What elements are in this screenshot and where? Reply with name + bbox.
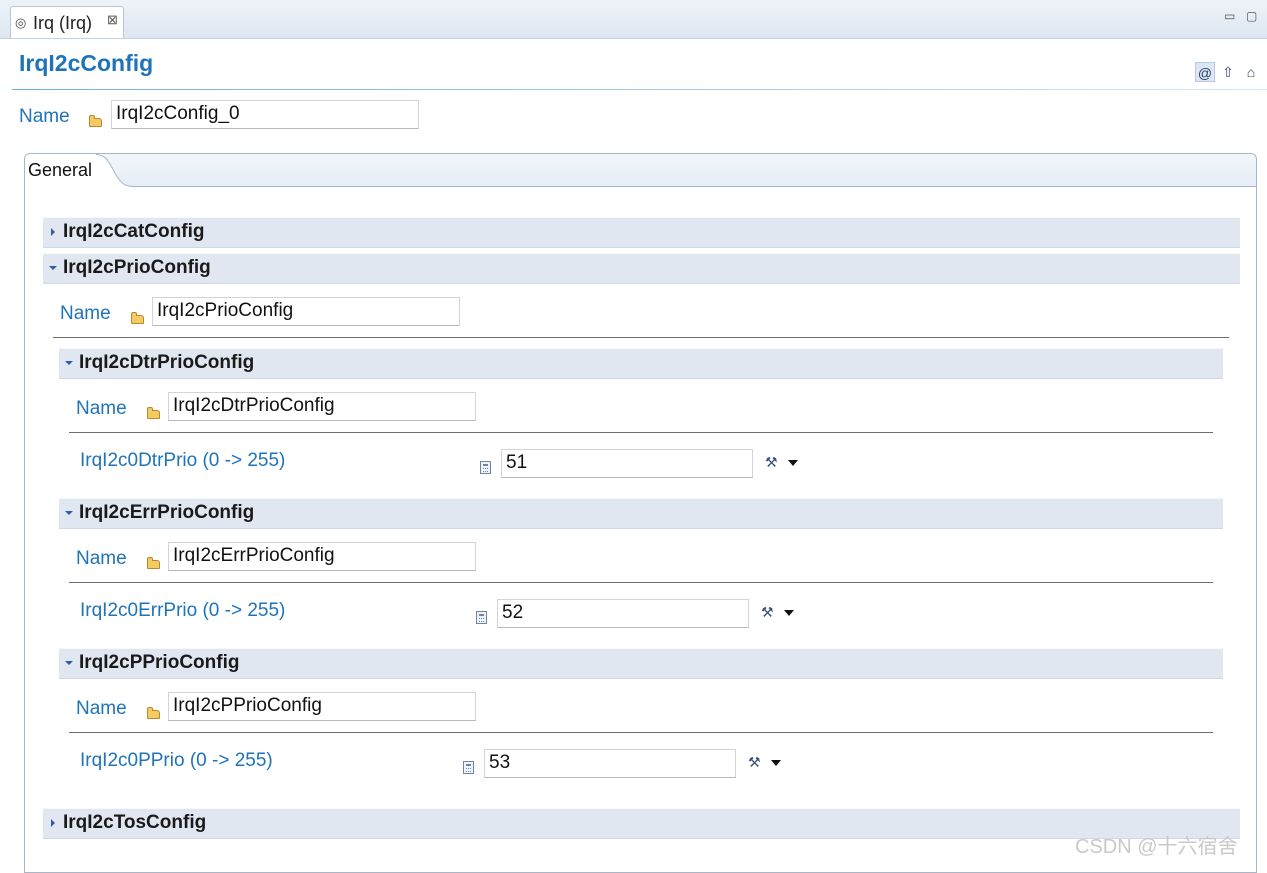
prio-name-input[interactable]: IrqI2cPrioConfig: [152, 297, 460, 326]
editor-tab-strip: [0, 0, 1267, 39]
editor-tab-label: Irq (Irq): [33, 13, 93, 33]
section-prio-header[interactable]: [43, 253, 1240, 284]
dtr-name-label: Name: [76, 398, 127, 419]
calculator-icon: [476, 611, 487, 624]
editor-tab-irq[interactable]: ◎ Irq (Irq) ⊠: [10, 6, 124, 38]
separator: [53, 337, 1229, 338]
name-input[interactable]: IrqI2cConfig_0: [111, 100, 419, 129]
folder-icon: [131, 312, 144, 324]
maximize-icon[interactable]: ▢: [1246, 9, 1257, 23]
minimize-icon[interactable]: ▭: [1224, 9, 1235, 23]
dropdown-arrow-icon[interactable]: [771, 760, 781, 766]
at-icon[interactable]: @: [1195, 62, 1215, 82]
folder-icon: [147, 407, 160, 419]
dropdown-arrow-icon[interactable]: [784, 610, 794, 616]
section-tos-title: IrqI2cTosConfig: [63, 812, 207, 833]
separator: [69, 582, 1213, 583]
separator: [69, 732, 1213, 733]
dropdown-arrow-icon[interactable]: [788, 460, 798, 466]
err-prio-label: IrqI2c0ErrPrio (0 -> 255): [80, 600, 286, 621]
p-name-label: Name: [76, 698, 127, 719]
section-err-title: IrqI2cErrPrioConfig: [79, 502, 255, 523]
calculator-icon: [480, 461, 491, 474]
err-name-input[interactable]: IrqI2cErrPrioConfig: [168, 542, 476, 571]
tab-folder-header: [25, 154, 1256, 187]
wizard-icon[interactable]: ⚒: [765, 454, 778, 471]
p-prio-label: IrqI2c0PPrio (0 -> 255): [80, 750, 273, 771]
home-icon[interactable]: ⌂: [1241, 62, 1261, 82]
prio-name-label: Name: [60, 303, 111, 324]
wizard-icon[interactable]: ⚒: [761, 604, 774, 621]
section-prio-title: IrqI2cPrioConfig: [63, 257, 211, 278]
folder-icon: [147, 557, 160, 569]
folder-icon: [89, 115, 102, 127]
section-p-title: IrqI2cPPrioConfig: [79, 652, 240, 673]
expand-arrow-icon[interactable]: [51, 819, 55, 827]
collapse-arrow-icon[interactable]: [49, 266, 57, 270]
up-arrow-icon[interactable]: ⇧: [1218, 62, 1238, 82]
err-prio-input[interactable]: 52: [497, 599, 749, 628]
separator: [69, 432, 1213, 433]
tab-general-curve: [96, 154, 132, 187]
collapse-arrow-icon[interactable]: [65, 361, 73, 365]
dtr-prio-label: IrqI2c0DtrPrio (0 -> 255): [80, 450, 286, 471]
watermark: CSDN @十六宿舍: [1075, 836, 1238, 858]
tab-general-label: General: [28, 160, 93, 180]
section-cat-title: IrqI2cCatConfig: [63, 221, 205, 242]
collapse-arrow-icon[interactable]: [65, 511, 73, 515]
dtr-prio-input[interactable]: 51: [501, 449, 753, 478]
section-tos-header[interactable]: [43, 808, 1240, 839]
title-divider: [12, 89, 1267, 90]
folder-icon: [147, 707, 160, 719]
module-icon: ◎: [15, 15, 27, 30]
calculator-icon: [463, 761, 474, 774]
expand-arrow-icon[interactable]: [51, 228, 55, 236]
err-name-label: Name: [76, 548, 127, 569]
collapse-arrow-icon[interactable]: [65, 661, 73, 665]
wizard-icon[interactable]: ⚒: [748, 754, 761, 771]
section-cat-header[interactable]: [43, 217, 1240, 248]
close-icon[interactable]: ⊠: [107, 12, 118, 28]
page-title: IrqI2cConfig: [19, 50, 154, 76]
name-label: Name: [19, 106, 70, 127]
p-prio-input[interactable]: 53: [484, 749, 736, 778]
p-name-input[interactable]: IrqI2cPPrioConfig: [168, 692, 476, 721]
section-dtr-title: IrqI2cDtrPrioConfig: [79, 352, 255, 373]
dtr-name-input[interactable]: IrqI2cDtrPrioConfig: [168, 392, 476, 421]
